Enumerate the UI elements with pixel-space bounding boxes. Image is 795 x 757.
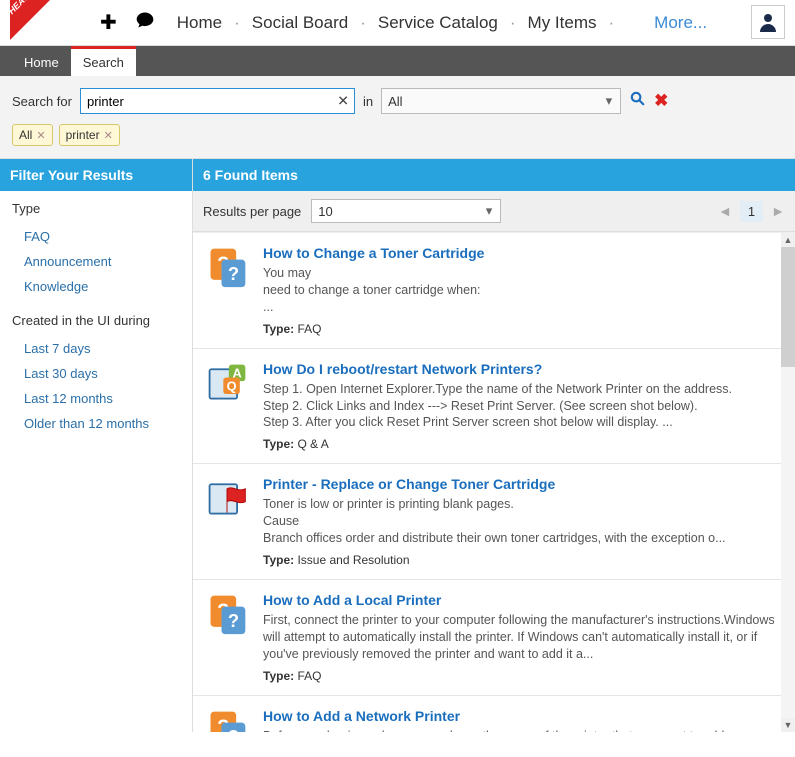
result-item: How Do I reboot/restart Network Printers…	[193, 349, 795, 465]
filter-type-knowledge[interactable]: Knowledge	[12, 274, 180, 299]
search-input[interactable]	[80, 88, 355, 114]
result-description: Step 1. Open Internet Explorer.Type the …	[263, 381, 777, 432]
result-title[interactable]: Printer - Replace or Change Toner Cartri…	[263, 476, 777, 492]
chip-remove-icon[interactable]: ✕	[36, 129, 45, 142]
result-title[interactable]: How to Add a Local Printer	[263, 592, 777, 608]
search-cancel-icon[interactable]: ✖	[654, 91, 668, 111]
scrollbar-thumb[interactable]	[781, 247, 795, 367]
add-icon[interactable]: ✚	[100, 10, 117, 35]
filter-date-30days[interactable]: Last 30 days	[12, 361, 180, 386]
search-for-label: Search for	[12, 94, 72, 109]
filter-type-faq[interactable]: FAQ	[12, 224, 180, 249]
user-avatar[interactable]	[751, 5, 785, 39]
nav-home[interactable]: Home	[177, 13, 222, 33]
result-item: Printer - Replace or Change Toner Cartri…	[193, 464, 795, 580]
filter-type-announcement[interactable]: Announcement	[12, 249, 180, 274]
result-type-icon	[205, 476, 249, 520]
result-type-label: Type: Q & A	[263, 437, 777, 451]
tab-home[interactable]: Home	[12, 49, 71, 76]
result-description: First, connect the printer to your compu…	[263, 612, 777, 663]
pager-current-page: 1	[740, 201, 763, 222]
result-item: How to Change a Toner Cartridge You may n…	[193, 233, 795, 349]
result-description: Before you begin, make sure you know the…	[263, 728, 777, 733]
result-description: Toner is low or printer is printing blan…	[263, 496, 777, 547]
search-submit-icon[interactable]	[629, 90, 646, 112]
filter-date-label: Created in the UI during	[12, 313, 180, 328]
nav-my-items[interactable]: My Items	[528, 13, 597, 33]
filter-date-7days[interactable]: Last 7 days	[12, 336, 180, 361]
results-header: 6 Found Items	[193, 159, 795, 191]
result-type-label: Type: FAQ	[263, 669, 777, 683]
filter-chip-term[interactable]: printer✕	[59, 124, 120, 146]
chip-remove-icon[interactable]: ✕	[104, 129, 113, 142]
nav-separator: ·	[510, 13, 516, 33]
tab-search[interactable]: Search	[71, 46, 136, 76]
nav-social-board[interactable]: Social Board	[252, 13, 348, 33]
filter-header: Filter Your Results	[0, 159, 192, 191]
result-type-icon	[205, 245, 249, 289]
nav-service-catalog[interactable]: Service Catalog	[378, 13, 498, 33]
results-per-page-select[interactable]: 10	[311, 199, 501, 223]
result-item: How to Add a Local Printer First, connect…	[193, 580, 795, 696]
scroll-down-icon[interactable]: ▼	[781, 718, 795, 732]
nav-separator: ·	[360, 13, 366, 33]
nav-separator: ·	[234, 13, 240, 33]
filter-type-label: Type	[12, 201, 180, 216]
result-description: You may need to change a toner cartridge…	[263, 265, 777, 316]
results-per-page-label: Results per page	[203, 204, 301, 219]
nav-separator: ·	[609, 13, 615, 33]
result-type-label: Type: FAQ	[263, 322, 777, 336]
scope-select[interactable]: All	[381, 88, 621, 114]
scrollbar-track[interactable]: ▲ ▼	[781, 233, 795, 732]
clear-search-icon[interactable]: ✕	[337, 93, 349, 110]
chat-icon[interactable]	[135, 10, 155, 36]
result-title[interactable]: How Do I reboot/restart Network Printers…	[263, 361, 777, 377]
in-label: in	[363, 94, 373, 109]
pager-prev-icon[interactable]: ◄	[718, 203, 732, 219]
result-type-icon	[205, 592, 249, 636]
result-title[interactable]: How to Change a Toner Cartridge	[263, 245, 777, 261]
result-item: How to Add a Network Printer Before you b…	[193, 696, 795, 733]
result-type-label: Type: Issue and Resolution	[263, 553, 777, 567]
result-title[interactable]: How to Add a Network Printer	[263, 708, 777, 724]
result-type-icon	[205, 708, 249, 733]
result-type-icon	[205, 361, 249, 405]
nav-more[interactable]: More...	[654, 13, 707, 33]
filter-chip-all[interactable]: All✕	[12, 124, 53, 146]
heat-logo: HEAT	[10, 0, 60, 46]
filter-date-older[interactable]: Older than 12 months	[12, 411, 180, 436]
scroll-up-icon[interactable]: ▲	[781, 233, 795, 247]
filter-date-12months[interactable]: Last 12 months	[12, 386, 180, 411]
pager-next-icon[interactable]: ►	[771, 203, 785, 219]
